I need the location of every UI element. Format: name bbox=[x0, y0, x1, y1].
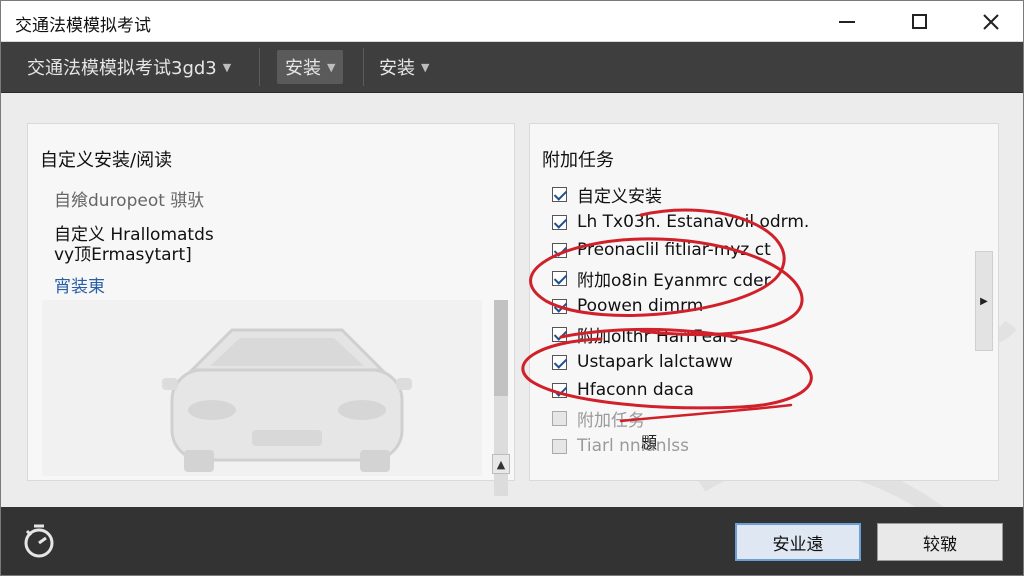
close-icon bbox=[983, 13, 999, 30]
task-label: 自定义安装 bbox=[577, 186, 662, 207]
chevron-down-icon: ▼ bbox=[327, 60, 336, 74]
stray-glyph: 顋 bbox=[641, 433, 658, 452]
footer-bar: 安业遠 较皲 bbox=[1, 507, 1023, 575]
title-bar: 交通法模模拟考试 bbox=[1, 1, 1023, 42]
task-checkbox[interactable] bbox=[552, 438, 567, 454]
toolbar-divider bbox=[363, 48, 364, 86]
task-label: Ustapark lalctaww bbox=[577, 352, 733, 372]
task-checkbox[interactable] bbox=[552, 382, 567, 398]
panel-heading: 附加任务 bbox=[542, 150, 614, 171]
task-item[interactable]: Hfaconn daca bbox=[552, 376, 809, 404]
task-item[interactable]: 附加o8in Eyanmrc cder bbox=[552, 264, 809, 292]
chevron-right-icon: ▶ bbox=[980, 295, 988, 307]
task-item[interactable]: Preonaclil fitliar-myz ct bbox=[552, 236, 809, 264]
scroll-up-button[interactable]: ▲ bbox=[492, 454, 510, 474]
car-image bbox=[162, 328, 412, 472]
task-label: Lh Tx03h. Estanavoil odrm. bbox=[577, 212, 810, 232]
maximize-button[interactable] bbox=[895, 1, 943, 42]
task-checkbox[interactable] bbox=[552, 186, 567, 202]
task-checkbox[interactable] bbox=[552, 242, 567, 258]
task-checkbox[interactable] bbox=[552, 298, 567, 314]
task-item[interactable]: Poowen dimrm bbox=[552, 292, 809, 320]
close-button[interactable] bbox=[967, 1, 1015, 42]
arrow-up-icon: ▲ bbox=[496, 457, 506, 471]
task-list: 自定义安装 Lh Tx03h. Estanavoil odrm. Preonacli… bbox=[552, 180, 809, 460]
install-menu-label: 安装 bbox=[285, 58, 321, 79]
content-area: 自定义安装/阅读 自飨duropeot 骐驮 自定义 Hrallomatds v… bbox=[1, 93, 1023, 522]
expand-panel-button[interactable]: ▶ bbox=[975, 251, 993, 351]
task-checkbox[interactable] bbox=[552, 410, 567, 426]
task-checkbox[interactable] bbox=[552, 354, 567, 370]
task-label: 附加olthr HarrFears bbox=[577, 326, 739, 347]
minimize-icon bbox=[839, 20, 855, 23]
task-label: Preonaclil fitliar-myz ct bbox=[577, 240, 771, 260]
chevron-down-icon: ▼ bbox=[222, 60, 232, 74]
task-item[interactable]: 附加olthr HarrFears bbox=[552, 320, 809, 348]
task-checkbox[interactable] bbox=[552, 270, 567, 286]
install-menu-active[interactable]: 安装 ▼ bbox=[277, 50, 344, 84]
task-label: Poowen dimrm bbox=[577, 296, 704, 316]
panel-heading: 自定义安装/阅读 bbox=[40, 150, 173, 171]
chevron-down-icon: ▼ bbox=[421, 60, 430, 74]
cancel-button[interactable]: 较皲 bbox=[877, 523, 1003, 561]
task-item[interactable]: Tiarl nnlanlss bbox=[552, 432, 809, 460]
task-item[interactable]: 附加任务 bbox=[552, 404, 809, 432]
toolbar-divider bbox=[259, 48, 260, 86]
task-label: 附加o8in Eyanmrc cder bbox=[577, 270, 771, 291]
install-button[interactable]: 安业遠 bbox=[735, 523, 861, 561]
task-item[interactable]: Ustapark lalctaww bbox=[552, 348, 809, 376]
installer-window: 交通法模模拟考试 交通法模模拟考试3gd3 ▼ 安装 ▼ 安装 ▼ 自定义安装/… bbox=[0, 0, 1024, 576]
task-label: Hfaconn daca bbox=[577, 380, 694, 400]
app-menu-label: 交通法模模拟考试3gd3 bbox=[27, 58, 217, 79]
additional-tasks-panel: 附加任务 自定义安装 Lh Tx03h. Estanavoil odrm. Preo… bbox=[529, 123, 999, 481]
scrollbar-thumb[interactable] bbox=[494, 300, 508, 396]
install-menu[interactable]: 安装 ▼ bbox=[371, 50, 437, 84]
task-item[interactable]: 自定义安装 bbox=[552, 180, 809, 208]
minimize-button[interactable] bbox=[823, 1, 871, 42]
maximize-icon bbox=[911, 14, 927, 29]
task-item[interactable]: Lh Tx03h. Estanavoil odrm. bbox=[552, 208, 809, 236]
app-menu[interactable]: 交通法模模拟考试3gd3 ▼ bbox=[19, 50, 239, 84]
task-label: Tiarl nnlanlss bbox=[577, 436, 690, 456]
car-preview bbox=[42, 300, 482, 476]
option-line: vy顶Ermasytart] bbox=[54, 245, 192, 265]
timer-icon[interactable] bbox=[19, 521, 59, 561]
install-menu-label: 安装 bbox=[379, 58, 415, 79]
install-link[interactable]: 宵装東 bbox=[54, 272, 105, 297]
custom-install-panel: 自定义安装/阅读 自飨duropeot 骐驮 自定义 Hrallomatds v… bbox=[27, 123, 515, 496]
task-checkbox[interactable] bbox=[552, 326, 567, 342]
option-line: 自飨duropeot 骐驮 bbox=[54, 191, 205, 211]
window-title: 交通法模模拟考试 bbox=[15, 16, 151, 36]
task-label: 附加任务 bbox=[577, 410, 645, 431]
task-checkbox[interactable] bbox=[552, 214, 567, 230]
toolbar: 交通法模模拟考试3gd3 ▼ 安装 ▼ 安装 ▼ bbox=[1, 42, 1023, 93]
